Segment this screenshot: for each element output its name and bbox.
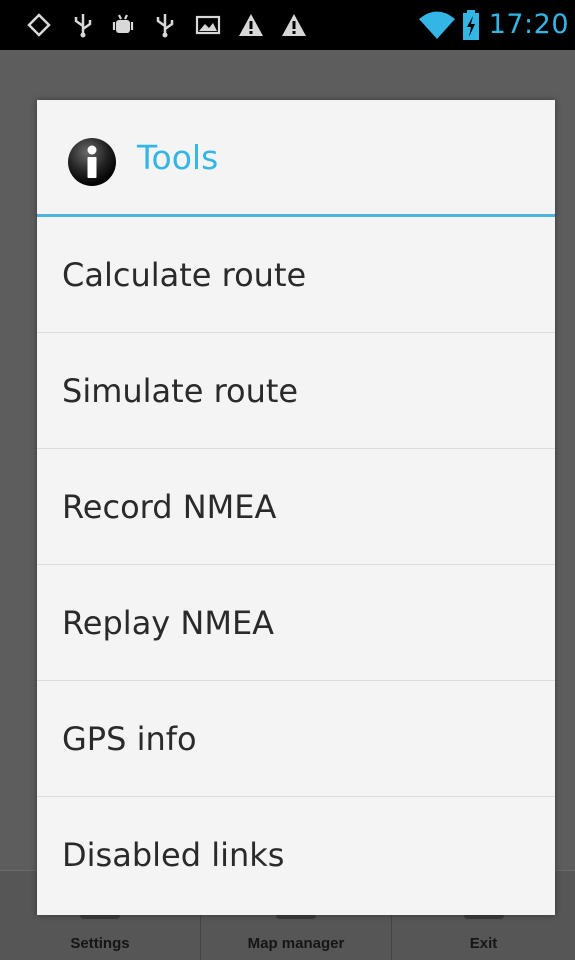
menu-item-replay-nmea[interactable]: Replay NMEA	[37, 565, 555, 681]
settings-label: Settings	[70, 935, 130, 952]
location-ring-icon	[27, 13, 51, 37]
menu-item-label: Disabled links	[62, 836, 285, 874]
menu-item-label: Record NMEA	[62, 488, 277, 526]
menu-item-label: Calculate route	[62, 256, 307, 294]
usb-icon	[156, 14, 174, 38]
wifi-icon	[419, 11, 455, 39]
status-bar: 17:20	[0, 0, 575, 50]
menu-item-label: GPS info	[62, 720, 197, 758]
menu-item-label: Replay NMEA	[62, 604, 275, 642]
tools-dialog: Tools Calculate route Simulate route Rec…	[37, 100, 555, 915]
map-manager-label: Map manager	[247, 935, 345, 952]
warning-icon	[282, 14, 306, 36]
menu-item-calculate-route[interactable]: Calculate route	[37, 217, 555, 333]
warning-icon	[239, 14, 263, 36]
menu-item-simulate-route[interactable]: Simulate route	[37, 333, 555, 449]
menu-item-label: Simulate route	[62, 372, 299, 410]
menu-item-record-nmea[interactable]: Record NMEA	[37, 449, 555, 565]
dialog-header: Tools	[37, 100, 555, 216]
image-icon	[195, 15, 221, 35]
menu-item-gps-info[interactable]: GPS info	[37, 681, 555, 797]
info-icon	[68, 138, 116, 186]
status-time: 17:20	[488, 9, 569, 40]
dialog-title: Tools	[137, 138, 219, 177]
android-debug-icon	[112, 14, 134, 33]
menu-item-disabled-links[interactable]: Disabled links	[37, 797, 555, 913]
tools-menu: Calculate route Simulate route Record NM…	[37, 217, 555, 913]
battery-charging-icon	[463, 10, 479, 40]
usb-icon	[74, 14, 92, 38]
exit-label: Exit	[469, 935, 498, 952]
